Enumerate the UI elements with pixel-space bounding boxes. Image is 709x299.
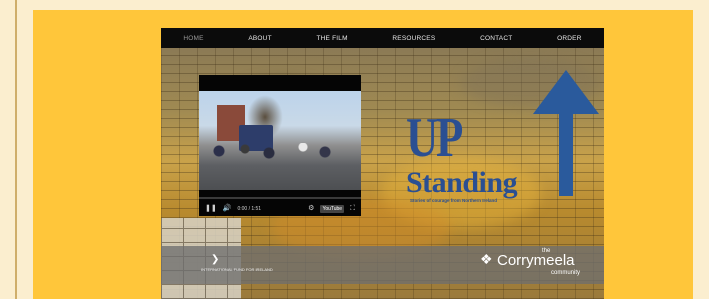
website-screenshot: HOME ABOUT THE FILM RESOURCES CONTACT OR… <box>161 28 604 299</box>
video-frame[interactable] <box>199 91 361 190</box>
main-navigation: HOME ABOUT THE FILM RESOURCES CONTACT OR… <box>161 28 604 48</box>
settings-icon[interactable]: ⚙ <box>308 205 314 212</box>
nav-contact[interactable]: CONTACT <box>480 35 512 42</box>
fund-logo-icon: ❯ <box>211 254 220 265</box>
pause-icon[interactable]: ❚❚ <box>205 205 217 212</box>
nav-about[interactable]: ABOUT <box>248 35 271 42</box>
title-standing: Standing <box>406 166 518 199</box>
video-scene-crowd <box>199 143 361 173</box>
youtube-icon[interactable]: YouTube <box>320 204 345 213</box>
nav-the-film[interactable]: THE FILM <box>316 35 347 42</box>
tagline: Stories of courage from Northern Ireland <box>410 198 498 203</box>
title-up: UP <box>406 107 463 169</box>
left-divider <box>15 0 17 299</box>
fund-logo-text[interactable]: INTERNATIONAL FUND FOR IRELAND <box>201 267 273 272</box>
volume-icon[interactable]: 🔊 <box>223 205 232 212</box>
corrymeela-logo-icon: ❖ <box>480 251 493 267</box>
video-progress-bar[interactable] <box>199 197 361 199</box>
video-player[interactable]: ❚❚ 🔊 0:00 / 1:51 ⚙ YouTube ⛶ <box>199 75 361 216</box>
nav-order[interactable]: ORDER <box>557 35 581 42</box>
corrymeela-logo-name[interactable]: Corrymeela <box>497 252 575 269</box>
up-arrow-icon <box>533 70 599 114</box>
video-time: 0:00 / 1:51 <box>237 205 262 212</box>
corrymeela-community: community <box>551 270 581 276</box>
up-arrow-shaft <box>559 110 573 196</box>
nav-home[interactable]: HOME <box>183 35 203 42</box>
video-controls: ❚❚ 🔊 0:00 / 1:51 ⚙ YouTube ⛶ <box>199 201 361 216</box>
fullscreen-icon[interactable]: ⛶ <box>350 205 355 212</box>
nav-resources[interactable]: RESOURCES <box>392 35 435 42</box>
